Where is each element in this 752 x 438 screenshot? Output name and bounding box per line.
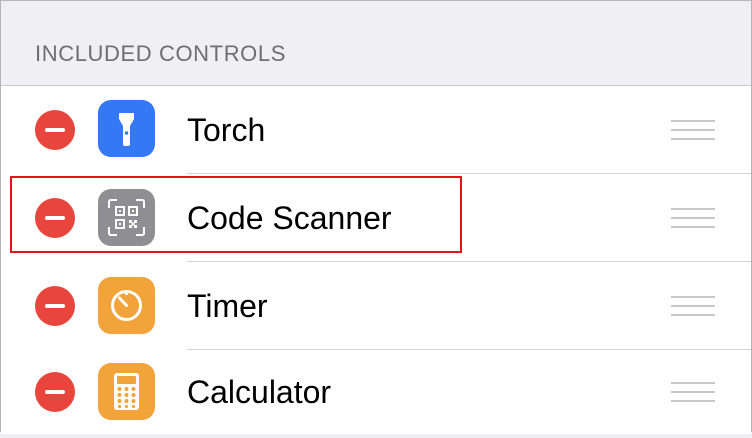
control-label-calculator: Calculator bbox=[187, 374, 332, 410]
calculator-icon bbox=[98, 363, 155, 420]
control-row-calculator[interactable]: Calculator bbox=[1, 350, 751, 438]
control-label-timer: Timer bbox=[187, 288, 268, 324]
torch-icon bbox=[98, 100, 155, 157]
reorder-handle-code-scanner[interactable] bbox=[671, 208, 715, 230]
remove-calculator-button[interactable] bbox=[35, 372, 75, 412]
control-row-torch[interactable]: Torch bbox=[1, 86, 751, 174]
reorder-handle-torch[interactable] bbox=[671, 120, 715, 142]
included-controls-list: Torch Code Scanner Timer Calculator bbox=[1, 85, 751, 434]
section-title: INCLUDED CONTROLS bbox=[35, 41, 287, 66]
control-label-torch: Torch bbox=[187, 112, 266, 148]
reorder-handle-calculator[interactable] bbox=[671, 382, 715, 404]
highlight-box bbox=[10, 176, 462, 253]
control-row-timer[interactable]: Timer bbox=[1, 262, 751, 350]
remove-torch-button[interactable] bbox=[35, 110, 75, 150]
section-header: INCLUDED CONTROLS bbox=[1, 1, 751, 85]
remove-timer-button[interactable] bbox=[35, 286, 75, 326]
timer-icon bbox=[98, 277, 155, 334]
reorder-handle-timer[interactable] bbox=[671, 296, 715, 318]
